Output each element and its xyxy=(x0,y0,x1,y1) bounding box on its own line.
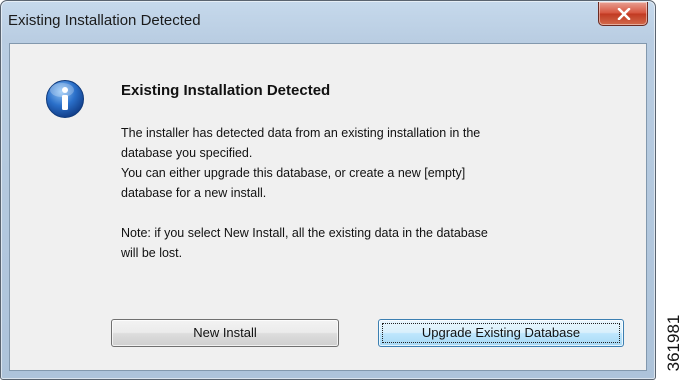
message-line: You can either upgrade this database, or… xyxy=(121,166,466,180)
info-icon xyxy=(46,80,84,118)
dialog-content: Existing Installation Detected The insta… xyxy=(9,43,647,371)
message-line: database you specified. xyxy=(121,146,253,160)
upgrade-button-label: Upgrade Existing Database xyxy=(421,325,581,340)
message-line: database for a new install. xyxy=(121,186,267,200)
new-install-button[interactable]: New Install xyxy=(111,319,339,347)
dialog-message: The installer has detected data from an … xyxy=(121,123,621,263)
figure-id-text: 361981 xyxy=(664,314,683,371)
dialog-heading: Existing Installation Detected xyxy=(121,82,331,99)
window-title: Existing Installation Detected xyxy=(8,12,201,29)
note-line: Note: if you select New Install, all the… xyxy=(121,226,488,240)
upgrade-existing-database-button[interactable]: Upgrade Existing Database xyxy=(378,319,624,347)
close-x-icon xyxy=(617,8,631,20)
title-bar[interactable]: Existing Installation Detected xyxy=(1,1,655,43)
figure-id-label: 361981 xyxy=(660,300,688,385)
message-line: The installer has detected data from an … xyxy=(121,126,481,140)
dialog-note: Note: if you select New Install, all the… xyxy=(121,223,621,263)
note-line: will be lost. xyxy=(121,246,183,260)
dialog-window: Existing Installation Detected Existing … xyxy=(0,0,656,380)
close-button[interactable] xyxy=(598,2,648,26)
